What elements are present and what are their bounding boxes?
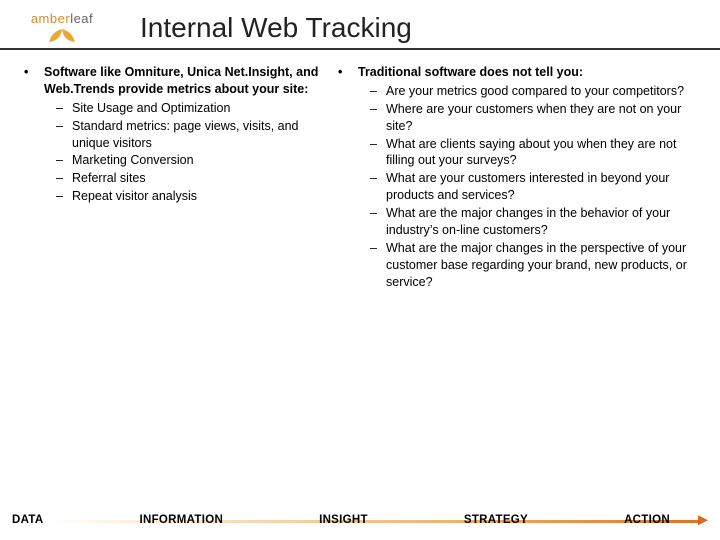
sub-dash: – [56,170,72,187]
bullet-marker: • [338,64,358,291]
sub-text: Referral sites [72,170,334,187]
bullet-item: • Software like Omniture, Unica Net.Insi… [24,64,334,206]
footer-items: DATA INFORMATION INSIGHT STRATEGY ACTION [8,514,700,526]
footer-bar: DATA INFORMATION INSIGHT STRATEGY ACTION [0,514,720,526]
leaf-icon [47,27,77,45]
sub-text: Marketing Conversion [72,152,334,169]
sub-item: –What are clients saying about you when … [370,136,696,170]
sub-text: What are the major changes in the behavi… [386,205,696,239]
footer-label: ACTION [624,514,670,526]
sub-dash: – [56,118,72,152]
footer-label: DATA [12,514,43,526]
sub-dash: – [370,101,386,135]
sub-item: –What are the major changes in the behav… [370,205,696,239]
sub-text: Are your metrics good compared to your c… [386,83,696,100]
sub-dash: – [370,240,386,291]
slide-body: • Software like Omniture, Unica Net.Insi… [0,50,720,293]
sub-item: –Standard metrics: page views, visits, a… [56,118,334,152]
bullet-item: • Traditional software does not tell you… [338,64,696,291]
logo-word-leaf: leaf [70,11,93,26]
footer-label: STRATEGY [464,514,528,526]
sub-item: –Site Usage and Optimization [56,100,334,117]
footer-label: INSIGHT [319,514,368,526]
sub-item: –Where are your customers when they are … [370,101,696,135]
sub-item: –Referral sites [56,170,334,187]
sub-dash: – [56,100,72,117]
sub-text: Repeat visitor analysis [72,188,334,205]
slide-header: amberleaf Internal Web Tracking [0,0,720,50]
sub-dash: – [370,83,386,100]
bullet-body: Traditional software does not tell you: … [358,64,696,291]
sub-item: –What are your customers interested in b… [370,170,696,204]
sub-dash: – [56,152,72,169]
sub-item: –Are your metrics good compared to your … [370,83,696,100]
sub-list: –Are your metrics good compared to your … [358,83,696,291]
footer-label: INFORMATION [139,514,223,526]
bullet-lead-text: Traditional software does not tell you: [358,65,583,79]
sub-list: –Site Usage and Optimization –Standard m… [44,100,334,205]
sub-dash: – [370,136,386,170]
sub-item: –Repeat visitor analysis [56,188,334,205]
sub-dash: – [56,188,72,205]
sub-item: –What are the major changes in the persp… [370,240,696,291]
logo-word-amber: amber [31,11,70,26]
logo-text: amberleaf [31,11,93,26]
sub-text: What are clients saying about you when t… [386,136,696,170]
sub-text: What are your customers interested in be… [386,170,696,204]
bullet-lead-text: Software like Omniture, Unica Net.Insigh… [44,65,318,96]
sub-item: –Marketing Conversion [56,152,334,169]
logo: amberleaf [12,11,112,45]
bullet-body: Software like Omniture, Unica Net.Insigh… [44,64,334,206]
sub-dash: – [370,170,386,204]
sub-text: Site Usage and Optimization [72,100,334,117]
sub-text: Where are your customers when they are n… [386,101,696,135]
slide-title: Internal Web Tracking [140,12,412,44]
left-column: • Software like Omniture, Unica Net.Insi… [24,64,334,293]
bullet-marker: • [24,64,44,206]
sub-text: What are the major changes in the perspe… [386,240,696,291]
right-column: • Traditional software does not tell you… [338,64,696,293]
sub-dash: – [370,205,386,239]
sub-text: Standard metrics: page views, visits, an… [72,118,334,152]
